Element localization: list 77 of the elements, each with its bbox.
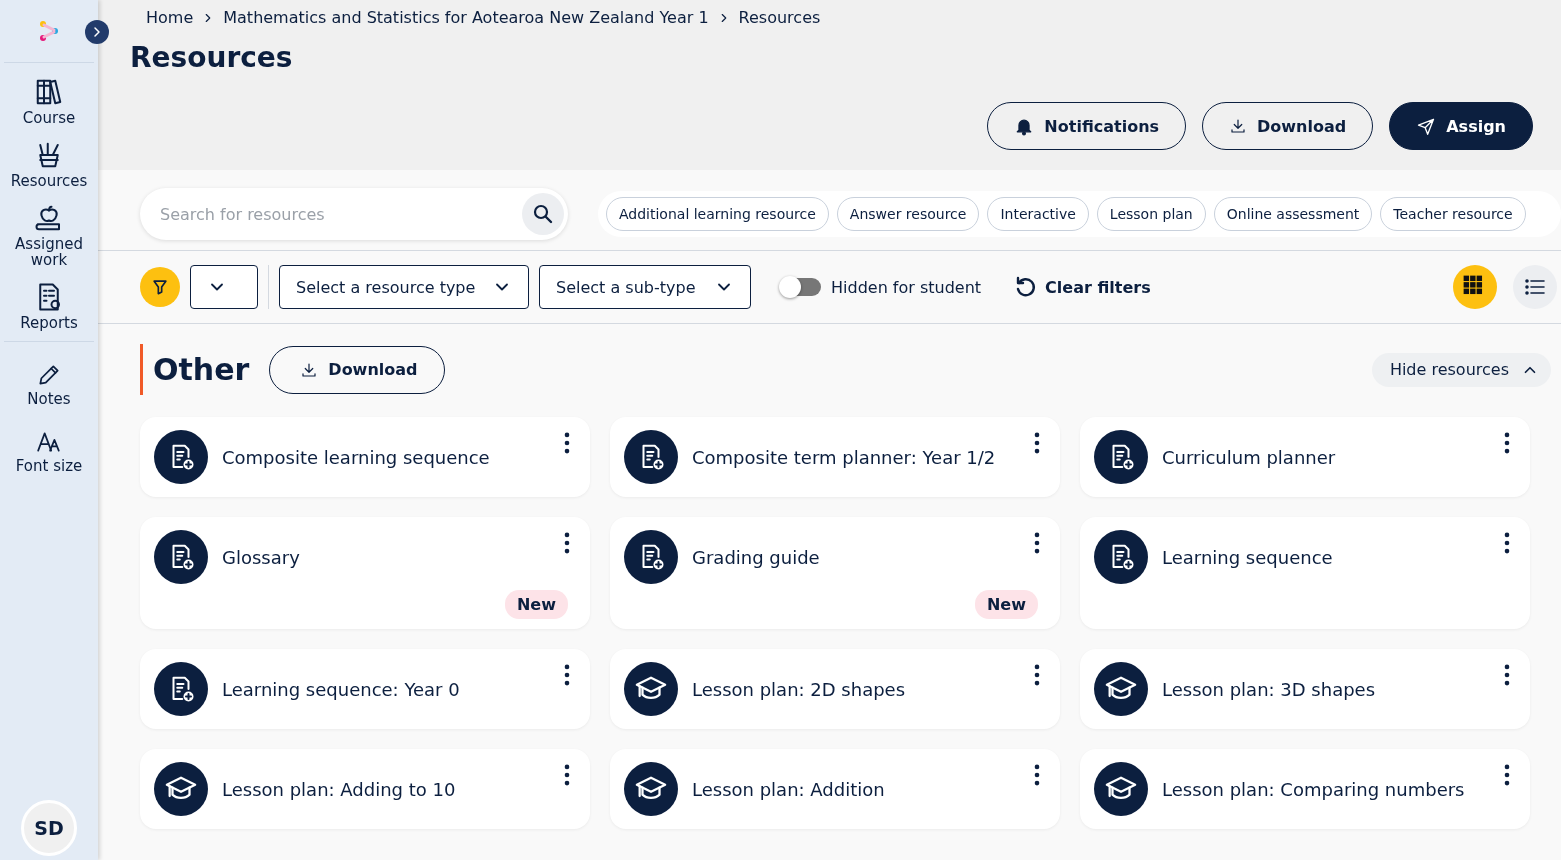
toggle-label: Hidden for student	[831, 277, 982, 297]
resource-title: Composite learning sequence	[222, 446, 491, 468]
header-action-button[interactable]: Assign	[1389, 102, 1533, 150]
more-options-icon	[1504, 764, 1510, 786]
hide-resources-button[interactable]: Hide resources	[1371, 352, 1551, 387]
section-title: Other	[140, 344, 250, 395]
resource-title: Lesson plan: Comparing numbers	[1162, 778, 1466, 800]
sidebar-tool-item[interactable]: Font size	[1, 427, 97, 476]
more-options-icon	[1504, 664, 1510, 686]
resource-card[interactable]: Lesson plan: 2D shapes	[610, 649, 1060, 729]
more-options-icon	[1034, 764, 1040, 786]
search-button[interactable]	[522, 193, 564, 235]
resource-card[interactable]: Lesson plan: Addition	[610, 749, 1060, 829]
resource-title: Grading guide	[692, 546, 821, 568]
resource-card[interactable]: Lesson plan: Adding to 10	[140, 749, 590, 829]
filter-chip[interactable]: Additional learning resource	[606, 197, 829, 231]
download-icon	[1229, 117, 1248, 135]
resource-title: Lesson plan: Addition	[692, 778, 886, 800]
sidebar-tool-item[interactable]: Notes	[1, 360, 97, 409]
books-icon	[34, 77, 64, 107]
font-size-icon	[36, 429, 62, 455]
resource-title: Glossary	[222, 546, 301, 568]
sub-type-dropdown[interactable]: Select a sub-type	[539, 265, 751, 309]
logo-icon	[37, 19, 61, 43]
resource-card[interactable]: Glossary New	[140, 517, 590, 629]
resource-title: Curriculum planner	[1162, 446, 1337, 468]
search-input[interactable]: Search for resources	[158, 203, 522, 225]
search-icon	[531, 202, 555, 226]
breadcrumb-link[interactable]: Home	[146, 8, 194, 27]
more-options-icon	[564, 764, 570, 786]
new-badge: New	[974, 590, 1038, 619]
sidebar-nav-item[interactable]: Resources	[1, 138, 97, 191]
user-avatar[interactable]: SD	[21, 800, 77, 856]
resource-title: Lesson plan: Adding to 10	[222, 778, 457, 800]
resource-title: Composite term planner: Year 1/2	[692, 446, 997, 468]
filter-chip[interactable]: Answer resource	[836, 197, 980, 231]
resource-card[interactable]: Learning sequence	[1080, 517, 1530, 629]
page-title: Resources	[130, 41, 294, 74]
more-options-icon	[564, 664, 570, 686]
more-options-icon	[1504, 432, 1510, 454]
paper-plane-icon	[1416, 116, 1437, 136]
resource-title: Learning sequence: Year 0	[222, 678, 461, 700]
filter-icon	[150, 277, 170, 297]
filter-chip[interactable]: Interactive	[987, 197, 1089, 231]
filter-button[interactable]	[140, 267, 180, 307]
resource-title: Lesson plan: 3D shapes	[1162, 678, 1377, 700]
view-toggle-button[interactable]	[1453, 265, 1497, 309]
dropdown[interactable]	[190, 265, 258, 309]
new-badge: New	[504, 590, 568, 619]
expand-sidebar-button[interactable]	[85, 20, 109, 44]
more-options-icon	[564, 432, 570, 454]
resource-card[interactable]: Lesson plan: Comparing numbers	[1080, 749, 1530, 829]
search-field[interactable]: Search for resources	[140, 188, 568, 240]
clear-filters-button[interactable]: Clear filters	[1013, 275, 1151, 299]
resource-card[interactable]: Curriculum planner	[1080, 417, 1530, 497]
more-options-icon	[564, 532, 570, 554]
view-toggle-button[interactable]	[1513, 265, 1557, 309]
filter-chip[interactable]: Online assessment	[1213, 197, 1373, 231]
sidebar-nav-item[interactable]: Reports	[1, 280, 97, 333]
resource-card[interactable]: Learning sequence: Year 0	[140, 649, 590, 729]
more-options-icon	[1504, 532, 1510, 554]
resource-card[interactable]: Composite learning sequence	[140, 417, 590, 497]
filter-chip[interactable]: Teacher resource	[1380, 197, 1526, 231]
sidebar-nav-item[interactable]: Assigned work	[1, 201, 97, 270]
resource-card[interactable]: Lesson plan: 3D shapes	[1080, 649, 1530, 729]
more-options-icon	[1034, 664, 1040, 686]
more-options-icon	[1034, 432, 1040, 454]
resource-card[interactable]: Grading guide New	[610, 517, 1060, 629]
resource-card[interactable]: Composite term planner: Year 1/2	[610, 417, 1060, 497]
toggle-switch[interactable]	[781, 278, 821, 296]
resource-title: Learning sequence	[1162, 546, 1334, 568]
resource-type-dropdown[interactable]: Select a resource type	[279, 265, 529, 309]
resource-title: Lesson plan: 2D shapes	[692, 678, 907, 700]
more-options-icon	[1034, 532, 1040, 554]
filter-chip[interactable]: Lesson plan	[1096, 197, 1206, 231]
sidebar-nav-item[interactable]: Course	[1, 75, 97, 128]
breadcrumb-link[interactable]: Mathematics and Statistics for Aotearoa New Zealand Year 1	[223, 8, 709, 27]
